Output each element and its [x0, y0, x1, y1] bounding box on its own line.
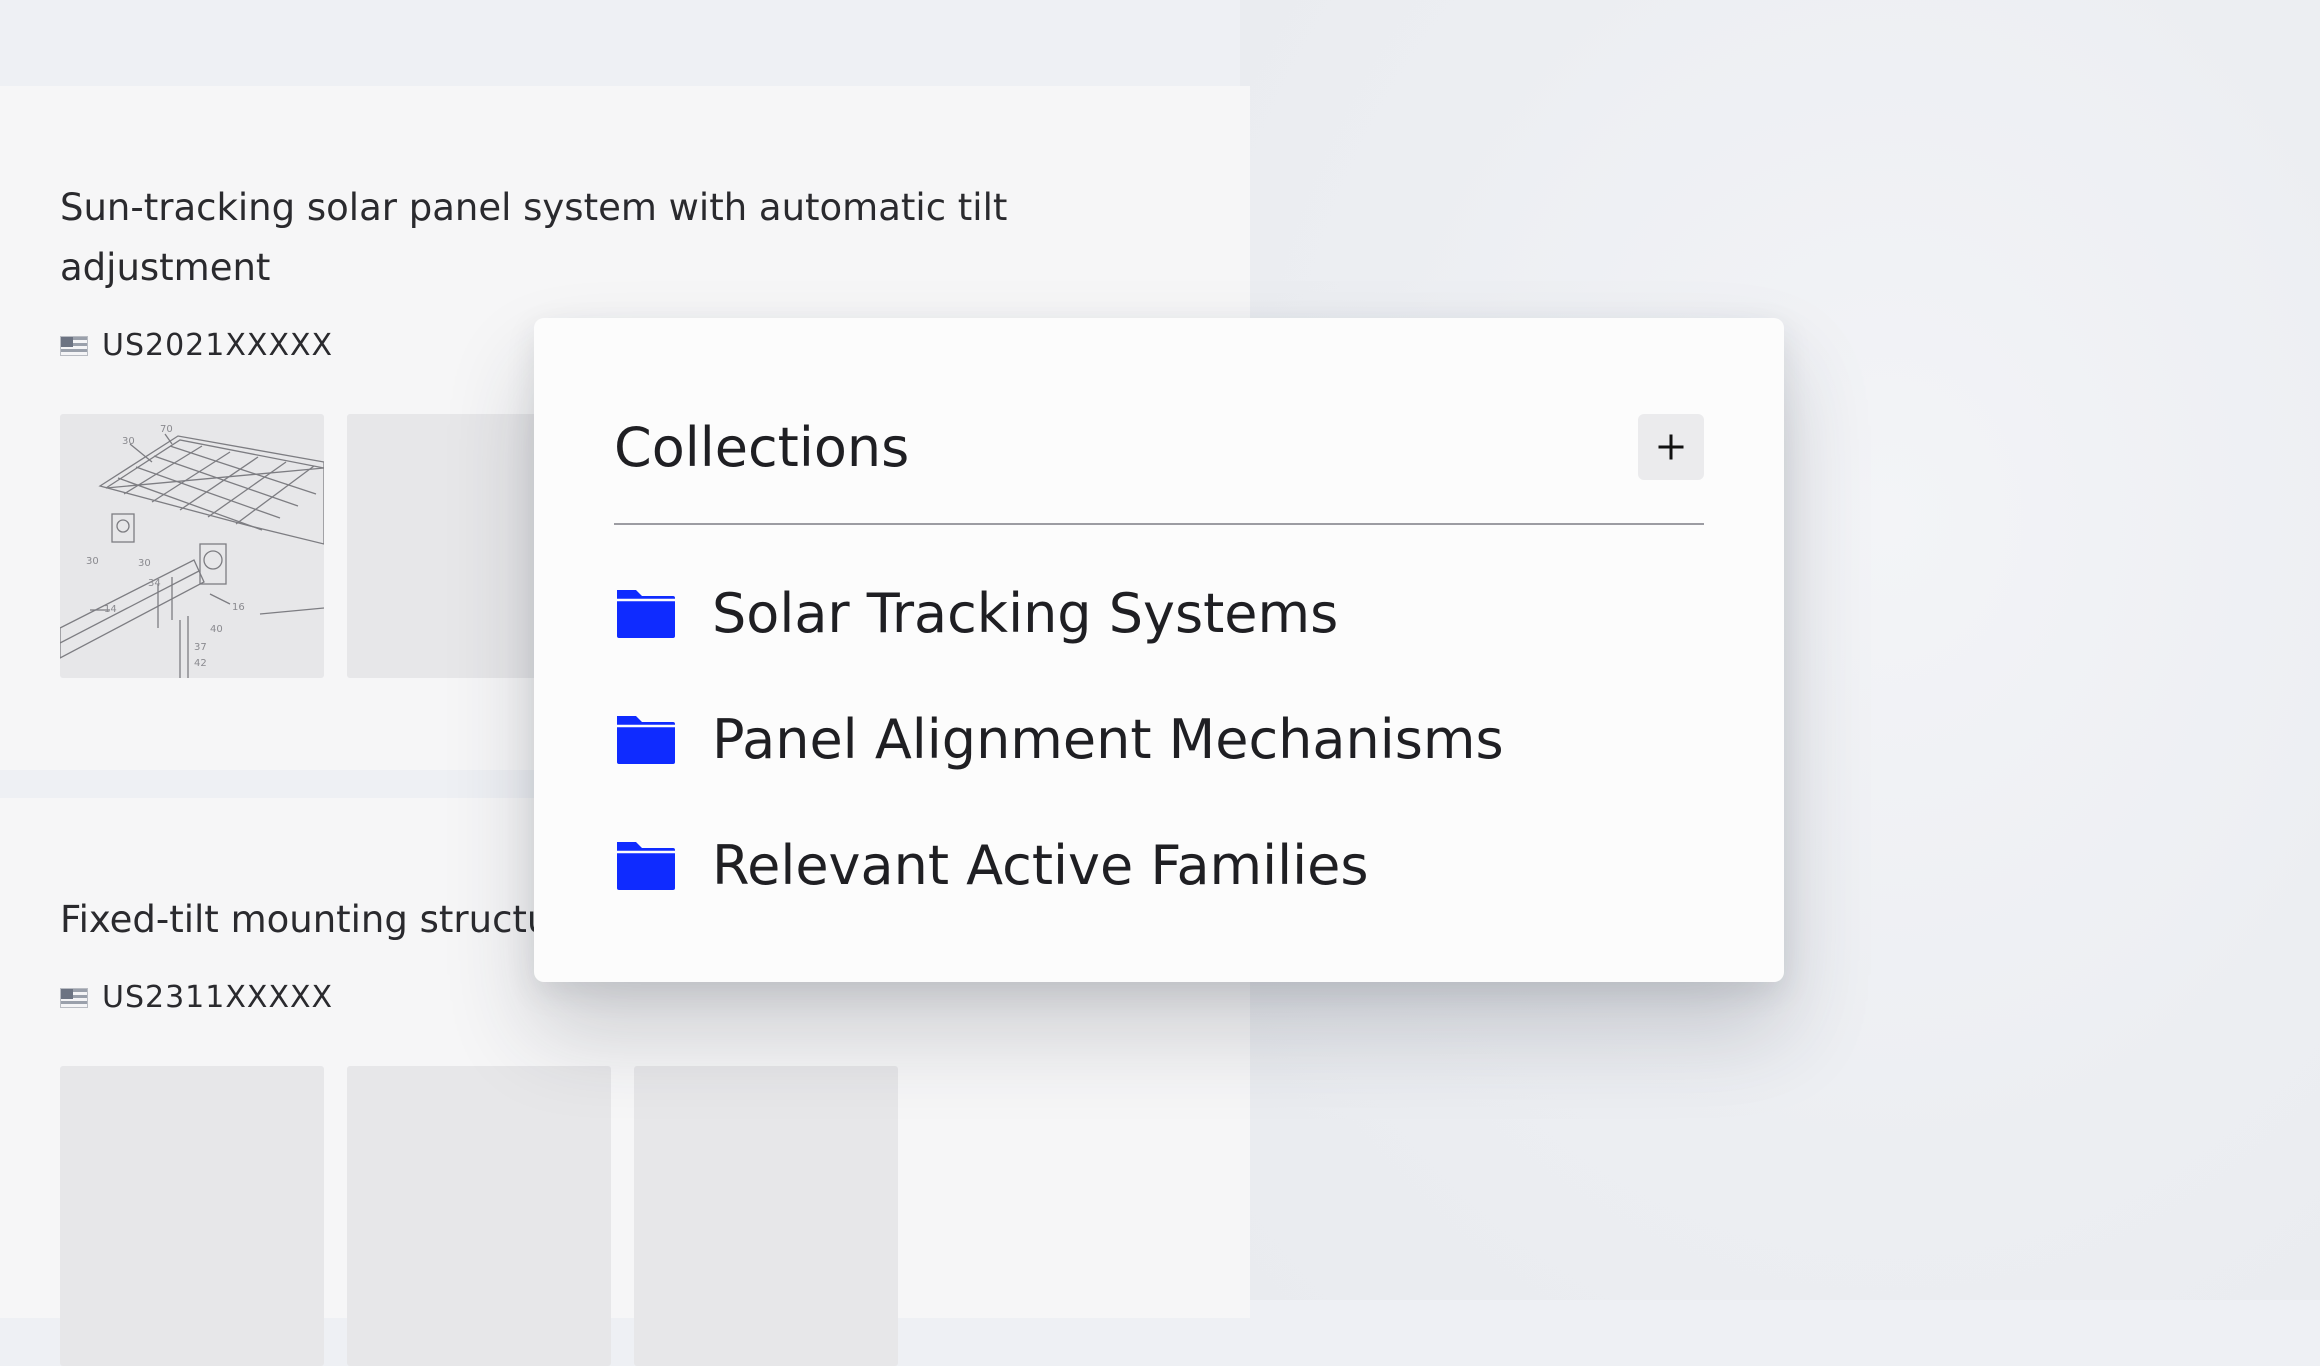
- patent-figure-thumbnails: [60, 1066, 898, 1366]
- svg-text:37: 37: [194, 642, 207, 653]
- collection-item[interactable]: Solar Tracking Systems: [614, 550, 1504, 676]
- collection-label: Panel Alignment Mechanisms: [712, 707, 1504, 771]
- collection-item[interactable]: Panel Alignment Mechanisms: [614, 676, 1504, 802]
- patent-figure-thumbnail[interactable]: 30 70 30 30 34 14 16 40 37 42: [60, 414, 324, 678]
- patent-figure-thumbnail[interactable]: [347, 1066, 611, 1366]
- collection-label: Relevant Active Families: [712, 833, 1369, 897]
- patent-figure-thumbnail[interactable]: [60, 1066, 324, 1366]
- collections-popover: Collections Solar Tracking Systems Panel…: [534, 318, 1784, 982]
- us-flag-icon: [60, 987, 88, 1008]
- header-divider: [614, 523, 1704, 525]
- svg-text:30: 30: [86, 556, 99, 567]
- patent-number: US2311XXXXX: [102, 980, 334, 1015]
- patent-title[interactable]: Sun-tracking solar panel system with aut…: [60, 178, 1040, 298]
- folder-icon: [617, 590, 675, 638]
- collection-label: Solar Tracking Systems: [712, 581, 1339, 645]
- svg-text:30: 30: [122, 436, 135, 447]
- svg-text:42: 42: [194, 658, 207, 669]
- collections-title: Collections: [614, 415, 910, 479]
- add-collection-button[interactable]: [1638, 414, 1704, 480]
- folder-icon: [617, 842, 675, 890]
- us-flag-icon: [60, 335, 88, 356]
- svg-text:14: 14: [104, 604, 117, 615]
- svg-text:40: 40: [210, 624, 223, 635]
- svg-text:16: 16: [232, 602, 245, 613]
- patent-meta: US2021XXXXX: [60, 328, 333, 363]
- svg-text:34: 34: [148, 578, 161, 589]
- plus-icon: [1658, 434, 1684, 460]
- folder-icon: [617, 716, 675, 764]
- patent-meta: US2311XXXXX: [60, 980, 333, 1015]
- collections-header: Collections: [614, 402, 1704, 492]
- collections-list: Solar Tracking Systems Panel Alignment M…: [614, 550, 1504, 928]
- solar-panel-drawing: 30 70 30 30 34 14 16 40 37 42: [60, 424, 324, 678]
- patent-figure-thumbnail[interactable]: [634, 1066, 898, 1366]
- collection-item[interactable]: Relevant Active Families: [614, 802, 1504, 928]
- svg-text:70: 70: [160, 424, 173, 435]
- svg-text:30: 30: [138, 558, 151, 569]
- patent-number: US2021XXXXX: [102, 328, 334, 363]
